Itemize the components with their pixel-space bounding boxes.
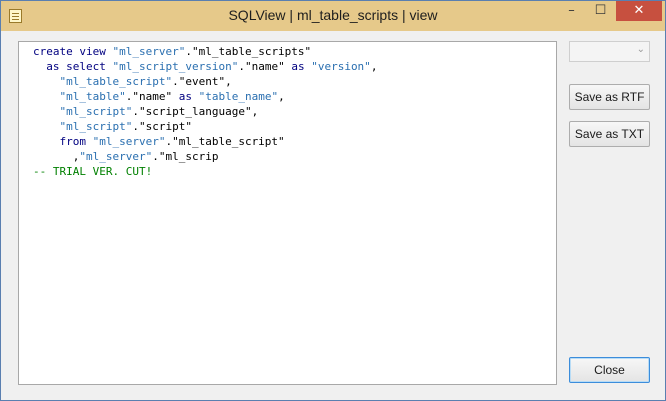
code-token: "ml_table_script" bbox=[172, 135, 285, 148]
code-token: "script" bbox=[138, 120, 192, 133]
code-line: -- TRIAL VER. CUT! bbox=[33, 164, 556, 179]
code-line: "ml_script"."script" bbox=[33, 119, 556, 134]
close-button[interactable]: Close bbox=[569, 357, 650, 383]
code-token: "ml_server" bbox=[79, 150, 153, 163]
code-token: . bbox=[172, 75, 179, 88]
chevron-down-icon: ⌄ bbox=[636, 44, 645, 55]
code-token: "ml_script" bbox=[59, 105, 133, 118]
code-token: as bbox=[284, 60, 312, 73]
code-token: -- TRIAL VER. CUT! bbox=[33, 165, 153, 178]
code-line: "ml_script"."script_language", bbox=[33, 104, 556, 119]
code-token: , bbox=[278, 90, 285, 103]
code-token: "version" bbox=[311, 60, 371, 73]
code-line: ,"ml_server"."ml_scrip bbox=[33, 149, 556, 164]
code-token: "ml_server" bbox=[112, 45, 186, 58]
code-token: "name" bbox=[132, 90, 173, 103]
code-token: "script_language" bbox=[138, 105, 252, 118]
format-combo[interactable]: ⌄ bbox=[569, 41, 650, 62]
code-token: . bbox=[132, 120, 139, 133]
code-token: . bbox=[132, 105, 139, 118]
code-token: , bbox=[33, 150, 80, 163]
minimize-button[interactable]: – bbox=[558, 1, 585, 21]
sql-text-area[interactable]: create view "ml_server"."ml_table_script… bbox=[18, 41, 557, 385]
code-token: "ml_table_script" bbox=[59, 75, 173, 88]
code-token: . bbox=[238, 60, 245, 73]
code-token: "ml_script" bbox=[59, 120, 133, 133]
code-token: create view bbox=[33, 45, 113, 58]
code-line: "ml_table_script"."event", bbox=[33, 74, 556, 89]
close-window-button[interactable]: ✕ bbox=[616, 1, 662, 21]
code-token: "event" bbox=[178, 75, 226, 88]
code-line: create view "ml_server"."ml_table_script… bbox=[33, 44, 556, 59]
code-token: . bbox=[185, 45, 192, 58]
code-token: "table_name" bbox=[198, 90, 279, 103]
code-token: "ml_table" bbox=[59, 90, 126, 103]
code-line: "ml_table"."name" as "table_name", bbox=[33, 89, 556, 104]
save-as-rtf-button[interactable]: Save as RTF bbox=[569, 84, 650, 110]
code-token: "ml_scrip bbox=[158, 150, 219, 163]
save-as-txt-button[interactable]: Save as TXT bbox=[569, 121, 650, 147]
code-token: , bbox=[225, 75, 232, 88]
code-line: as select "ml_script_version"."name" as … bbox=[33, 59, 556, 74]
sqlview-window: SQLView | ml_table_scripts | view – ☐ ✕ … bbox=[0, 0, 666, 401]
code-token: as bbox=[172, 90, 199, 103]
code-token: , bbox=[251, 105, 259, 118]
code-line: from "ml_server"."ml_table_script" bbox=[33, 134, 556, 149]
code-token: . bbox=[152, 150, 159, 163]
title-bar[interactable]: SQLView | ml_table_scripts | view – ☐ ✕ bbox=[1, 1, 665, 31]
code-token: "ml_script_version" bbox=[112, 60, 239, 73]
code-token: , bbox=[370, 60, 378, 73]
code-token: from bbox=[33, 135, 93, 148]
code-token: "name" bbox=[244, 60, 285, 73]
code-token: "ml_server" bbox=[92, 135, 166, 148]
code-token: "ml_table_scripts" bbox=[191, 45, 312, 58]
maximize-button[interactable]: ☐ bbox=[587, 1, 614, 21]
code-token: as select bbox=[33, 60, 113, 73]
